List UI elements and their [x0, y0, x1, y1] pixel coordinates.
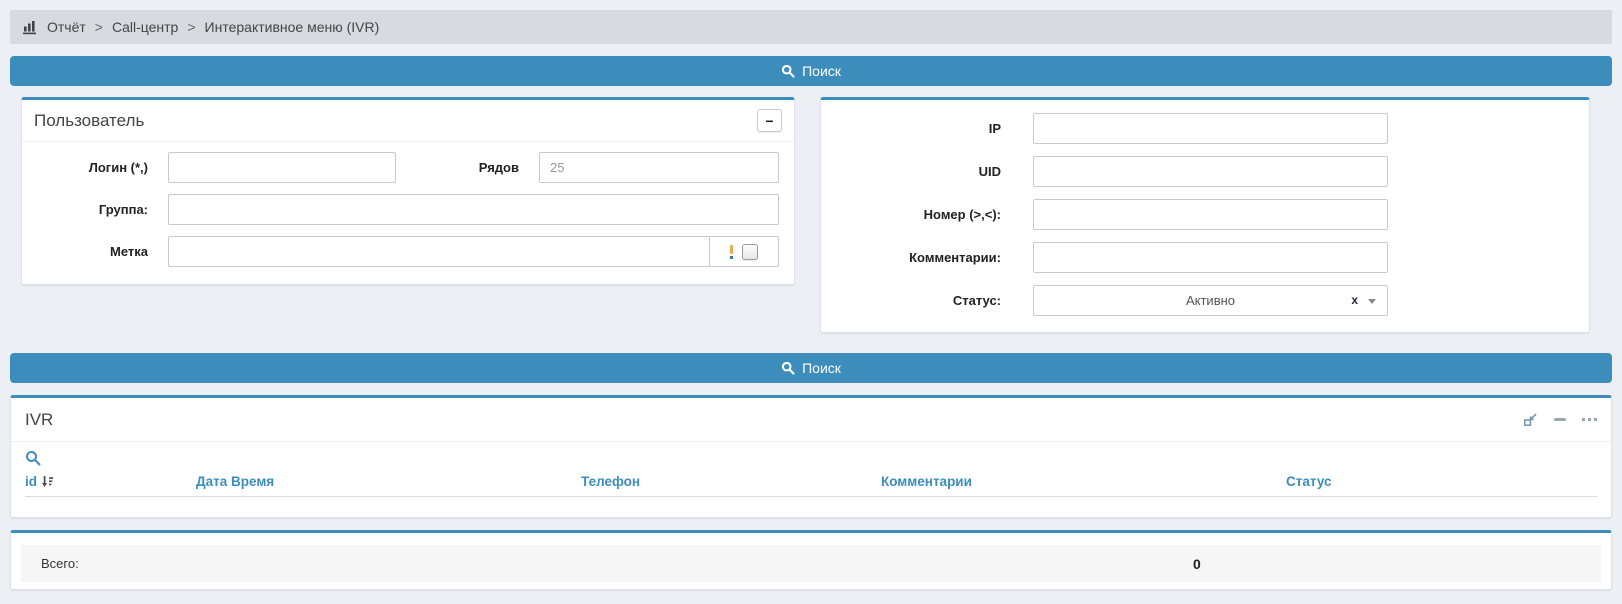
ivr-table-area: id Дата Время Телефон Комментарии Статус	[11, 442, 1611, 497]
breadcrumb-item-callcenter[interactable]: Call-центр	[112, 19, 178, 35]
export-icon[interactable]	[1523, 412, 1538, 427]
bar-chart-icon	[22, 20, 38, 35]
clear-selection-icon[interactable]: x	[1351, 293, 1358, 307]
search-button-bottom[interactable]: Поиск	[10, 353, 1612, 383]
mark-input-group	[168, 236, 779, 267]
column-header-phone[interactable]: Телефон	[581, 474, 640, 489]
column-header-datetime[interactable]: Дата Время	[196, 474, 274, 489]
login-label: Логин (*,)	[32, 160, 148, 175]
filter-panel: IP UID Номер (>,<): Комментарии: Статус:…	[820, 97, 1590, 333]
search-button-label: Поиск	[802, 63, 841, 79]
ip-label: IP	[841, 121, 1001, 136]
uid-label: UID	[841, 164, 1001, 179]
search-button-label: Поиск	[802, 360, 841, 376]
comments-label: Комментарии:	[841, 250, 1001, 265]
status-row: Статус: Активно x	[841, 285, 1589, 316]
table-header-row: id Дата Время Телефон Комментарии Статус	[25, 471, 1597, 497]
sort-icon	[41, 475, 54, 488]
column-header-id[interactable]: id	[25, 474, 54, 489]
comments-row: Комментарии:	[841, 242, 1589, 273]
ip-row: IP	[841, 113, 1589, 144]
column-header-status[interactable]: Статус	[1286, 474, 1332, 489]
comments-input[interactable]	[1033, 242, 1388, 273]
status-label: Статус:	[841, 293, 1001, 308]
breadcrumb-separator: >	[95, 19, 103, 35]
table-search-icon[interactable]	[25, 450, 41, 466]
search-icon	[781, 64, 795, 78]
number-row: Номер (>,<):	[841, 199, 1589, 230]
mark-row: Метка	[32, 236, 779, 267]
search-button-top[interactable]: Поиск	[10, 56, 1612, 86]
ivr-results-panel: IVR id	[10, 395, 1612, 518]
uid-row: UID	[841, 156, 1589, 187]
collapse-button[interactable]: −	[757, 109, 782, 132]
login-row: Логин (*,) Рядов	[32, 152, 779, 183]
caret-down-icon	[1368, 299, 1376, 304]
ivr-panel-title: IVR	[25, 410, 53, 430]
number-label: Номер (>,<):	[841, 207, 1001, 222]
user-panel-header: Пользователь −	[22, 100, 794, 142]
mark-input[interactable]	[168, 236, 709, 267]
group-input[interactable]	[168, 194, 779, 225]
ivr-header-actions	[1523, 412, 1597, 427]
status-select[interactable]: Активно x	[1033, 285, 1388, 316]
login-input[interactable]	[168, 152, 396, 183]
exclamation-icon	[730, 245, 733, 259]
breadcrumb-separator: >	[187, 19, 195, 35]
user-panel-title: Пользователь	[34, 111, 144, 131]
totals-label: Всего:	[41, 556, 79, 571]
group-label: Группа:	[32, 202, 148, 217]
totals-panel: Всего: 0	[10, 530, 1612, 590]
ivr-panel-header: IVR	[11, 398, 1611, 442]
number-input[interactable]	[1033, 199, 1388, 230]
rows-input[interactable]	[539, 152, 779, 183]
breadcrumb: Отчёт > Call-центр > Интерактивное меню …	[10, 10, 1612, 44]
totals-row: Всего: 0	[21, 545, 1601, 582]
page: Отчёт > Call-центр > Интерактивное меню …	[0, 0, 1622, 604]
column-header-id-label: id	[25, 474, 37, 489]
mark-addon	[709, 236, 779, 267]
search-icon	[781, 361, 795, 375]
user-panel-body: Логин (*,) Рядов Группа: Метка	[22, 142, 794, 267]
user-filter-panel: Пользователь − Логин (*,) Рядов Группа: …	[21, 97, 795, 285]
breadcrumb-item-ivr: Интерактивное меню (IVR)	[205, 19, 380, 35]
uid-input[interactable]	[1033, 156, 1388, 187]
mark-exclude-checkbox[interactable]	[742, 244, 758, 260]
collapse-icon[interactable]	[1554, 418, 1566, 421]
totals-value: 0	[1193, 556, 1201, 572]
rows-label: Рядов	[429, 160, 519, 175]
filter-panel-body: IP UID Номер (>,<): Комментарии: Статус:…	[821, 100, 1589, 316]
mark-label: Метка	[32, 244, 148, 259]
status-selected-value: Активно	[1034, 293, 1387, 308]
ip-input[interactable]	[1033, 113, 1388, 144]
ellipsis-icon[interactable]	[1582, 418, 1597, 421]
column-header-comments[interactable]: Комментарии	[881, 474, 972, 489]
breadcrumb-item-report[interactable]: Отчёт	[47, 19, 86, 35]
group-row: Группа:	[32, 194, 779, 225]
